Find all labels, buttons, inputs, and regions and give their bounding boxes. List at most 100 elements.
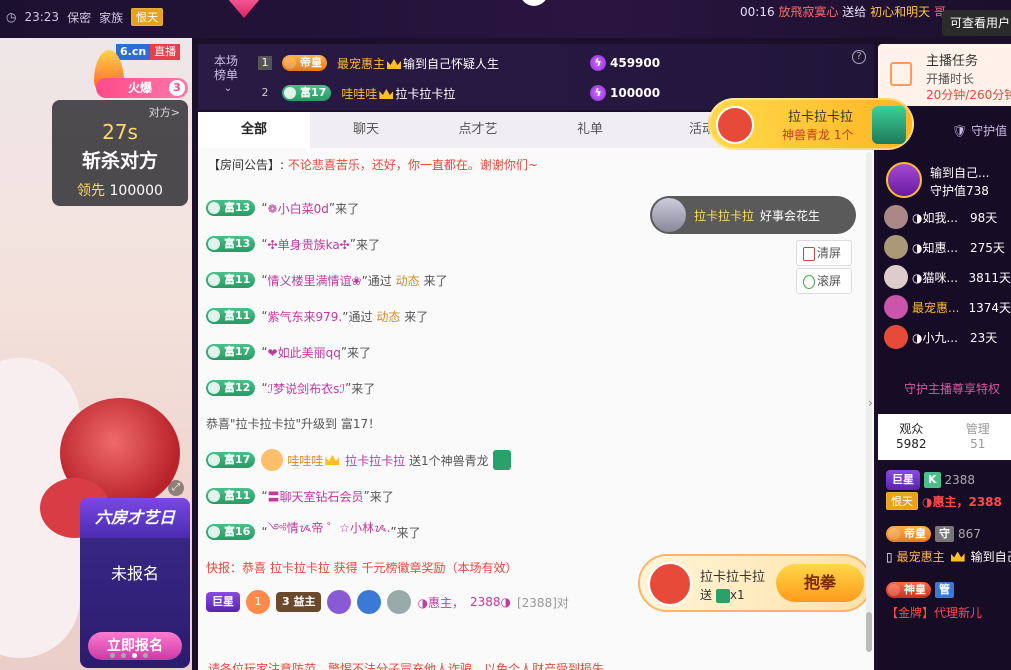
gift-text: 送1个神兽青龙 (409, 453, 489, 468)
app-root: ◷ 23:23 保密 家族 恨天 00:16 放飛寂寞心 送给 初心和明天 哥 … (0, 0, 1011, 670)
guard-name[interactable]: ◑猫咪... (912, 269, 964, 286)
star-chip: 巨星 (206, 592, 240, 612)
talent-day-card[interactable]: 六房才艺日 未报名 立即报名 (80, 498, 190, 668)
rank-number: 1 (258, 56, 272, 70)
family-text[interactable]: 家族 (99, 9, 123, 26)
gift-to[interactable]: 拉卡拉卡拉 (345, 452, 405, 469)
guard-name[interactable]: 最宠惠... (912, 299, 964, 316)
audience-name[interactable]: 最宠惠主 (897, 548, 945, 565)
gem-icon (222, 0, 266, 18)
bow-popup[interactable]: 拉卡拉卡拉 送 x1 抱拳 (638, 554, 872, 612)
tab-all[interactable]: 全部 (198, 112, 310, 148)
scroll-lock-button[interactable]: 滚屏 (796, 268, 852, 294)
bow-name: 拉卡拉卡拉 (700, 570, 766, 585)
guard-days: 275天 (970, 240, 1005, 255)
chat-user-name[interactable]: ✣单身贵族ka✣ (268, 236, 350, 253)
gift-popup[interactable]: 拉卡拉卡拉 神兽青龙 1个 (708, 98, 914, 150)
chat-via-link[interactable]: 动态 (396, 272, 420, 289)
dragon-gift-icon (492, 450, 511, 470)
audience-name[interactable]: ◑惠主，2388 (922, 493, 1002, 510)
guard-name[interactable]: 输到自己... (930, 164, 989, 181)
audience-item[interactable]: 帝皇守 867 ▯ 最宠惠主 输到自己 (878, 518, 1011, 574)
guard-label: 守护值 (971, 124, 1008, 138)
chat-user-name[interactable]: ❤如此美丽qq (268, 344, 341, 361)
ticker-receiver[interactable]: 初心和明天 (870, 5, 930, 19)
medal-row: 巨星 1 3 益主 ◑惠主， 2388◑ [2388]对 (206, 590, 569, 614)
level-badge: 富13 (206, 200, 256, 216)
ticker-sender[interactable]: 放飛寂寞心 (778, 5, 838, 19)
guard-item[interactable]: ◑小九... 23天 (884, 322, 1011, 352)
manager-count: 51 (970, 437, 986, 451)
fire-badge[interactable]: 火爆 3 (96, 78, 188, 98)
audience-item[interactable]: 神皇管 【金牌】代理新儿 (878, 574, 1011, 630)
rank-user-name[interactable]: 最宠惠主 (337, 57, 385, 71)
guard-privilege-link[interactable]: 守护主播尊享特权 (904, 380, 1000, 397)
level-badge: 富11 (206, 308, 256, 324)
chat-via-link[interactable]: 动态 (376, 308, 400, 325)
pk-lead: 领先 100000 (52, 180, 188, 200)
task-sub: 开播时长 (926, 72, 975, 86)
bow-button[interactable]: 抱拳 (776, 564, 864, 602)
gift-message: 富17 哇哇哇 拉卡拉卡拉 送1个神兽青龙 (206, 442, 846, 478)
gift-from[interactable]: 哇哇哇 (287, 452, 323, 469)
chat-user-name[interactable]: ❁小白菜0d (268, 200, 329, 217)
audience-item[interactable]: 巨星 K 2388 恨天 ◑惠主，2388 (878, 462, 1011, 518)
tab-audience[interactable]: 观众 5982 (878, 414, 945, 460)
carousel-dot[interactable] (132, 653, 137, 658)
guard-item[interactable]: 最宠惠... 1374天 (884, 292, 1011, 322)
rank-target: 输到自己怀疑人生 (403, 56, 500, 71)
expand-icon[interactable]: ⤢ (168, 480, 184, 496)
guard-item[interactable]: ◑知惠... 275天 (884, 232, 1011, 262)
guard-name[interactable]: ◑小九... (912, 329, 966, 346)
chat-user-name[interactable]: 情义楼里满情谊❀ (268, 272, 362, 289)
help-icon[interactable]: ? (852, 50, 866, 64)
guard-item[interactable]: ◑猫咪... 3811天 (884, 262, 1011, 292)
avatar (884, 205, 908, 229)
medal-user-name[interactable]: ◑惠主， (417, 594, 463, 611)
live-tag: 直播 (150, 44, 181, 60)
pk-panel[interactable]: 对方> 27s 斩杀对方 领先 100000 (52, 100, 188, 206)
bolt-icon: ϟ (590, 85, 606, 101)
medal-bracket: [2388]对 (516, 595, 569, 610)
bow-count: x1 (729, 588, 745, 602)
audience-score: 2388 (944, 473, 976, 487)
gift-popup-name: 拉卡拉卡拉 (788, 110, 854, 125)
chat-message: 富17 “❤如此美丽qq” 来了 (206, 334, 846, 370)
guard-tab[interactable]: 🛡 守护值 (952, 122, 1007, 139)
rank-label[interactable]: 本场榜单 ⌄ (214, 54, 242, 96)
user-pill[interactable]: 拉卡拉卡拉 好事会花生 (650, 196, 856, 234)
chat-user-name[interactable]: 紫气东来979. (268, 308, 343, 325)
chat-user-name[interactable]: 〓聊天室钻石会员 (268, 488, 364, 505)
clear-screen-button[interactable]: 清屏 (796, 240, 852, 266)
carousel-dot[interactable] (110, 653, 115, 658)
guard-name[interactable]: ◑如我... (912, 209, 966, 226)
carousel-dot[interactable] (121, 653, 126, 658)
tab-managers[interactable]: 管理 51 (945, 414, 1011, 460)
guard-days: 98天 (970, 210, 998, 225)
rank-row[interactable]: 1 帝皇 最宠惠主 输到自己怀疑人生 ϟ 459900 (258, 50, 858, 76)
audience-tag: 【金牌】代理新儿 (886, 606, 983, 620)
tab-talent[interactable]: 点才艺 (422, 112, 534, 148)
user-tooltip: 可查看用户 (942, 10, 1011, 36)
gift-avatar (716, 106, 754, 144)
guard-name[interactable]: ◑知惠... (912, 239, 966, 256)
guard-item[interactable]: ◑如我... 98天 (884, 202, 1011, 232)
chat-panel: 全部 聊天 点才艺 礼单 活动 拉卡拉卡拉 神兽青龙 1个 【房间公告】: 不论… (198, 98, 914, 670)
chat-user-name[interactable]: ℐ梦说剑布衣sℐ (268, 380, 346, 397)
rank-user-name[interactable]: 哇哇哇 (341, 87, 377, 101)
guard-top-item[interactable]: 输到自己... 守护值738 (884, 160, 1011, 202)
collapse-handle[interactable]: › (868, 396, 878, 420)
video-player[interactable]: 6.cn 直播 火爆 3 对方> 27s 斩杀对方 领先 100000 ⤢ 六房… (0, 38, 192, 670)
pk-opponent-link[interactable]: 对方> (149, 104, 180, 120)
level-badge: 神皇 (886, 582, 931, 598)
carousel-dot[interactable] (143, 653, 148, 658)
tab-chat[interactable]: 聊天 (310, 112, 422, 148)
audience-list: 巨星K2388 恨天◑惠主，2388 帝皇守 867 ▯ 最宠惠主 输到自己 神皇管 … (878, 462, 1011, 630)
avatar (884, 325, 908, 349)
circle-icon (520, 0, 548, 6)
pill-name[interactable]: 拉卡拉卡拉 (694, 207, 754, 224)
tab-gifts[interactable]: 礼单 (534, 112, 646, 148)
host-task-card[interactable]: 主播任务 开播时长 20分钟/260分钟 (878, 44, 1011, 106)
chat-user-name[interactable]: ༺情ᝰ帝 ゜☆小林ᝰ. (268, 515, 391, 549)
scroll-thumb[interactable] (866, 612, 872, 652)
